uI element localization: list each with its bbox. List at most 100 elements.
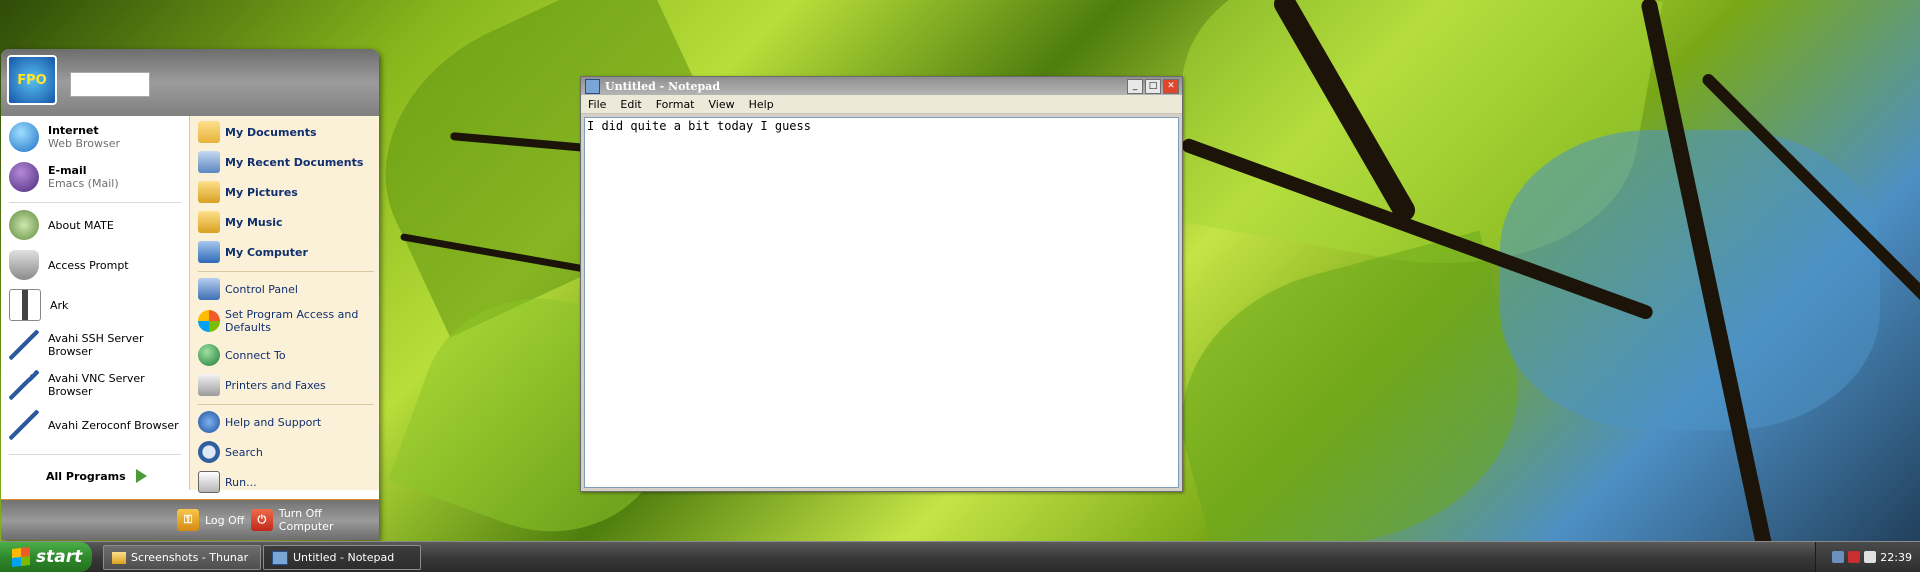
turn-off-label: Turn Off Computer: [278, 507, 334, 533]
taskbar-button-label: Screenshots - Thunar: [131, 551, 249, 564]
recent-item[interactable]: Ark: [9, 288, 68, 322]
places-item[interactable]: Set Program Access and Defaults: [198, 304, 378, 338]
user-name: [70, 72, 150, 97]
start-menu-places: My Documents My Recent Documents My Pict…: [189, 116, 379, 493]
system-tray: 22:39: [1815, 542, 1920, 572]
control-panel-icon: [198, 278, 220, 300]
start-menu-footer: ⚿ Log Off ⏻ Turn Off Computer: [1, 499, 379, 540]
recent-item-label: Avahi SSH Server Browser: [48, 332, 144, 358]
start-menu-programs: Internet Web Browser E-mail Emacs (Mail) A…: [1, 116, 189, 490]
places-item[interactable]: Run...: [198, 469, 257, 495]
places-item-label: My Computer: [225, 245, 308, 259]
pinned-email-label: E-mail: [48, 164, 87, 177]
volume-tray-icon[interactable]: [1848, 551, 1861, 563]
run-icon: [198, 471, 220, 493]
search-icon: [198, 441, 220, 463]
recent-item[interactable]: About MATE: [9, 208, 114, 242]
places-item-label: My Pictures: [225, 185, 298, 199]
menu-edit[interactable]: Edit: [613, 98, 648, 111]
maximize-button[interactable]: □: [1145, 79, 1161, 94]
network-tray-icon[interactable]: [1832, 551, 1845, 563]
clock[interactable]: 22:39: [1880, 551, 1912, 564]
menu-format[interactable]: Format: [649, 98, 702, 111]
minimize-button[interactable]: _: [1127, 79, 1143, 94]
notepad-menubar: File Edit Format View Help: [581, 95, 1182, 114]
printer-icon: [198, 374, 220, 396]
pinned-email[interactable]: E-mail Emacs (Mail): [9, 160, 119, 194]
power-tray-icon[interactable]: [1864, 551, 1877, 563]
pinned-email-sub: Emacs (Mail): [48, 177, 119, 190]
places-item[interactable]: Help and Support: [198, 409, 321, 435]
separator: [9, 454, 181, 455]
log-off-button[interactable]: ⚿ Log Off: [177, 508, 244, 532]
places-item[interactable]: My Pictures: [198, 179, 298, 205]
avatar-label: FPO: [17, 72, 47, 88]
places-item[interactable]: Search: [198, 439, 263, 465]
places-item[interactable]: My Computer: [198, 239, 308, 265]
recent-item-label: About MATE: [48, 218, 114, 232]
recent-item[interactable]: Avahi VNC Server Browser: [9, 368, 189, 402]
places-item[interactable]: My Recent Documents: [198, 149, 363, 175]
recent-item[interactable]: Avahi Zeroconf Browser: [9, 408, 179, 442]
folder-music-icon: [198, 211, 220, 233]
places-item[interactable]: Control Panel: [198, 276, 298, 302]
recent-item[interactable]: Access Prompt: [9, 248, 129, 282]
email-icon: [9, 162, 39, 192]
connect-icon: [198, 344, 220, 366]
places-item[interactable]: My Music: [198, 209, 283, 235]
user-avatar[interactable]: FPO: [7, 55, 57, 105]
key-icon: ⚿: [177, 509, 199, 531]
separator: [9, 202, 181, 203]
folder-icon: [112, 551, 126, 564]
notepad-text-area[interactable]: I did quite a bit today I guess: [584, 117, 1179, 488]
start-menu: FPO Internet Web Browser E-mail Emacs (Mai…: [1, 49, 379, 540]
places-item[interactable]: Connect To: [198, 342, 286, 368]
taskbar-button-notepad[interactable]: Untitled - Notepad: [263, 545, 421, 570]
taskbar-button-thunar[interactable]: Screenshots - Thunar: [103, 545, 261, 570]
help-icon: [198, 411, 220, 433]
start-menu-header: FPO: [1, 49, 379, 118]
notepad-title: Untitled - Notepad: [605, 79, 721, 93]
shield-icon: [9, 250, 39, 280]
menu-file[interactable]: File: [581, 98, 613, 111]
menu-view[interactable]: View: [702, 98, 742, 111]
places-item-label: My Recent Documents: [225, 155, 364, 169]
close-button[interactable]: ✕: [1163, 79, 1179, 94]
places-item-label: Connect To: [225, 348, 286, 362]
notepad-icon: [272, 550, 288, 565]
network-icon: [9, 330, 39, 360]
taskbar-button-label: Untitled - Notepad: [293, 551, 395, 564]
menu-help[interactable]: Help: [742, 98, 781, 111]
places-item[interactable]: My Documents: [198, 119, 317, 145]
separator: [198, 271, 374, 272]
internet-icon: [9, 122, 39, 152]
recent-item-label: Avahi VNC Server Browser: [48, 372, 145, 398]
pinned-internet[interactable]: Internet Web Browser: [9, 120, 120, 154]
folder-pictures-icon: [198, 181, 220, 203]
places-item-label: My Documents: [225, 125, 317, 139]
power-icon: ⏻: [251, 509, 273, 531]
arrow-right-icon: [135, 469, 147, 483]
places-item[interactable]: Printers and Faxes: [198, 372, 326, 398]
recent-item-label: Ark: [50, 298, 69, 312]
recent-item-label: Avahi Zeroconf Browser: [48, 418, 179, 432]
windows-flag-icon: [12, 547, 30, 567]
mate-icon: [9, 210, 39, 240]
recent-item[interactable]: Avahi SSH Server Browser: [9, 328, 189, 362]
taskbar: start Screenshots - Thunar Untitled - No…: [0, 541, 1920, 572]
separator: [198, 404, 374, 405]
pinned-internet-label: Internet: [48, 124, 99, 137]
recent-item-label: Access Prompt: [48, 258, 129, 272]
places-item-label: Help and Support: [225, 415, 322, 429]
all-programs-button[interactable]: All Programs: [46, 459, 147, 493]
places-item-label: Run...: [225, 475, 257, 489]
places-item-label: Printers and Faxes: [225, 378, 326, 392]
places-item-label: Search: [225, 445, 263, 459]
notepad-titlebar[interactable]: Untitled - Notepad _ □ ✕: [581, 77, 1182, 95]
start-label: start: [36, 547, 83, 567]
turn-off-button[interactable]: ⏻ Turn Off Computer: [251, 507, 379, 533]
notepad-window: Untitled - Notepad _ □ ✕ File Edit Forma…: [580, 76, 1183, 492]
start-button[interactable]: start: [0, 542, 92, 572]
archive-icon: [9, 289, 41, 321]
places-item-label: Control Panel: [225, 282, 298, 296]
